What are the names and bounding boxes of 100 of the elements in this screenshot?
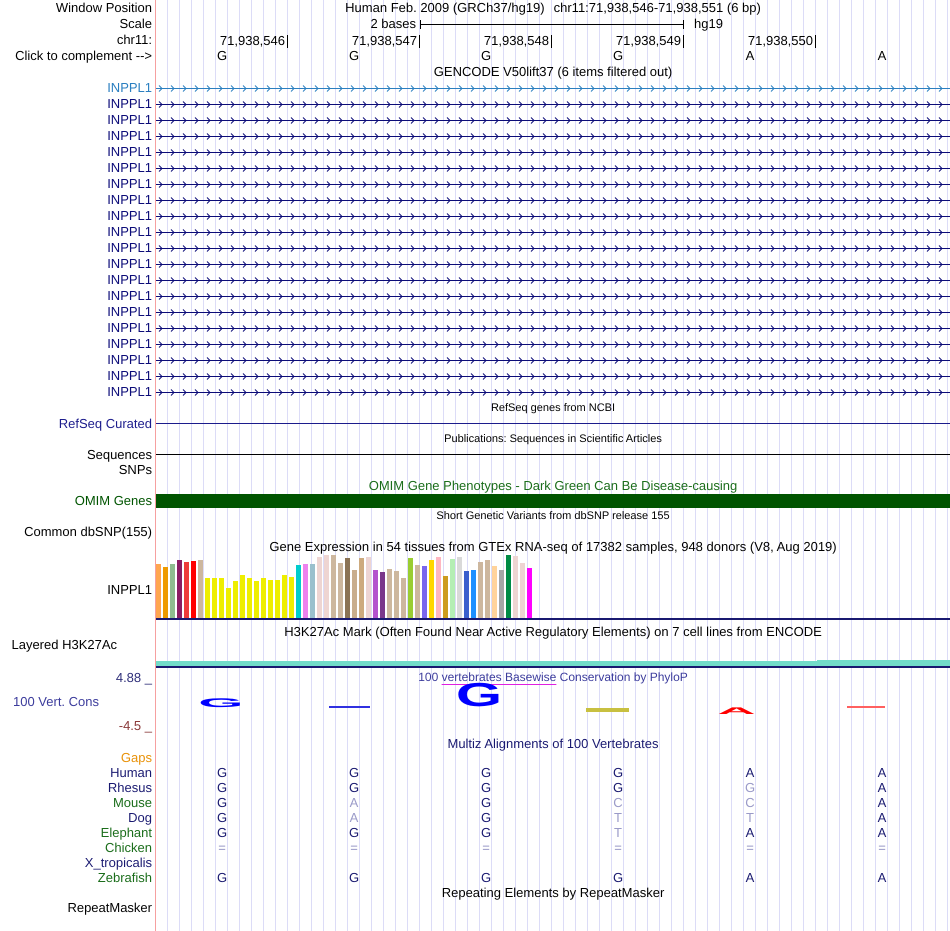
gene-label[interactable]: INPPL1 — [107, 289, 152, 303]
transcript-line[interactable] — [156, 164, 950, 172]
gene-label[interactable]: INPPL1 — [107, 177, 152, 191]
expression-bar[interactable] — [436, 557, 441, 618]
expression-bar[interactable] — [513, 556, 518, 618]
expression-bar[interactable] — [254, 581, 259, 618]
transcript-line[interactable] — [156, 132, 950, 140]
transcript-line[interactable] — [156, 324, 950, 332]
expression-bar[interactable] — [401, 578, 406, 618]
transcript-line[interactable] — [156, 260, 950, 268]
expression-bar[interactable] — [373, 570, 378, 618]
gene-label[interactable]: INPPL1 — [107, 97, 152, 111]
track-label[interactable]: SNPs — [118, 462, 152, 476]
feature-line[interactable] — [156, 423, 950, 424]
expression-bar[interactable] — [331, 555, 336, 618]
expression-bar[interactable] — [282, 575, 287, 618]
transcript-line[interactable] — [156, 196, 950, 204]
gene-label[interactable]: INPPL1 — [107, 81, 152, 95]
track-label[interactable]: RepeatMasker — [67, 900, 152, 914]
gene-label[interactable]: INPPL1 — [107, 385, 152, 399]
gene-label[interactable]: INPPL1 — [107, 305, 152, 319]
gene-label[interactable]: INPPL1 — [107, 161, 152, 175]
transcript-line[interactable] — [156, 308, 950, 316]
gene-label[interactable]: INPPL1 — [107, 145, 152, 159]
transcript-line[interactable] — [156, 100, 950, 108]
track-label[interactable]: OMIM Genes — [74, 494, 152, 508]
gene-label[interactable]: INPPL1 — [107, 353, 152, 367]
expression-bar[interactable] — [226, 588, 231, 618]
track-label[interactable]: INPPL1 — [107, 583, 152, 597]
base-letter[interactable]: G — [216, 49, 228, 63]
expression-bar[interactable] — [205, 578, 210, 618]
gene-label[interactable]: INPPL1 — [107, 369, 152, 383]
expression-bar[interactable] — [233, 581, 238, 618]
gene-label[interactable]: INPPL1 — [107, 257, 152, 271]
expression-bar[interactable] — [184, 562, 189, 618]
transcript-line[interactable] — [156, 356, 950, 364]
feature-line[interactable] — [156, 454, 950, 455]
expression-bar[interactable] — [464, 571, 469, 618]
expression-bar[interactable] — [422, 566, 427, 618]
expression-bar[interactable] — [268, 580, 273, 618]
track-label[interactable]: Sequences — [86, 448, 152, 462]
signal-bar[interactable] — [156, 660, 950, 666]
title-link[interactable]: vertebrates Basewise — [442, 670, 556, 684]
transcript-line[interactable] — [156, 276, 950, 284]
transcript-line[interactable] — [156, 388, 950, 396]
gene-label[interactable]: INPPL1 — [107, 129, 152, 143]
expression-bar[interactable] — [394, 571, 399, 618]
expression-bar[interactable] — [450, 559, 455, 618]
expression-bar[interactable] — [247, 578, 252, 618]
expression-bar[interactable] — [492, 566, 497, 618]
transcript-line[interactable] — [156, 372, 950, 380]
transcript-line[interactable] — [156, 244, 950, 252]
expression-bar[interactable] — [324, 555, 329, 618]
gene-label[interactable]: INPPL1 — [107, 225, 152, 239]
gene-label[interactable]: INPPL1 — [107, 113, 152, 127]
expression-bar[interactable] — [198, 560, 203, 618]
expression-bar[interactable] — [310, 564, 315, 618]
gene-label[interactable]: INPPL1 — [107, 241, 152, 255]
transcript-line[interactable] — [156, 212, 950, 220]
expression-bar[interactable] — [359, 558, 364, 618]
base-letter[interactable]: A — [878, 49, 886, 63]
expression-bar[interactable] — [443, 576, 448, 618]
expression-bar[interactable] — [261, 578, 266, 618]
gene-label[interactable]: INPPL1 — [107, 209, 152, 223]
expression-bar[interactable] — [345, 558, 350, 618]
expression-bar[interactable] — [408, 558, 413, 618]
expression-bar[interactable] — [478, 562, 483, 618]
expression-bar[interactable] — [212, 578, 217, 618]
expression-bar[interactable] — [366, 557, 371, 618]
expression-bar[interactable] — [485, 560, 490, 618]
expression-bar[interactable] — [219, 578, 224, 618]
transcript-line[interactable] — [156, 116, 950, 124]
transcript-line[interactable] — [156, 292, 950, 300]
expression-bar[interactable] — [289, 577, 294, 618]
gene-label[interactable]: INPPL1 — [107, 273, 152, 287]
transcript-line[interactable] — [156, 180, 950, 188]
track-label[interactable]: 100 Vert. Cons — [13, 695, 99, 709]
transcript-line[interactable] — [156, 148, 950, 156]
expression-bar[interactable] — [296, 565, 301, 618]
expression-bar[interactable] — [352, 570, 357, 618]
track-label[interactable]: RefSeq Curated — [58, 416, 152, 430]
expression-bar[interactable] — [275, 580, 280, 618]
expression-bar[interactable] — [527, 568, 532, 618]
expression-bar[interactable] — [520, 563, 525, 618]
expression-bar[interactable] — [303, 564, 308, 618]
base-letter[interactable]: G — [480, 49, 492, 63]
base-letter[interactable]: A — [746, 49, 754, 63]
expression-bar[interactable] — [387, 569, 392, 618]
track-label[interactable]: Common dbSNP(155) — [24, 524, 152, 538]
expression-bar[interactable] — [170, 564, 175, 618]
expression-bar[interactable] — [457, 557, 462, 618]
expression-bar[interactable] — [338, 563, 343, 618]
expression-bar[interactable] — [163, 567, 168, 618]
gene-label[interactable]: INPPL1 — [107, 193, 152, 207]
phenotype-bar[interactable] — [156, 494, 950, 508]
gene-label[interactable]: INPPL1 — [107, 337, 152, 351]
expression-bar[interactable] — [156, 564, 161, 618]
expression-bar[interactable] — [506, 555, 511, 618]
expression-bar[interactable] — [499, 570, 504, 618]
expression-bar[interactable] — [415, 565, 420, 618]
